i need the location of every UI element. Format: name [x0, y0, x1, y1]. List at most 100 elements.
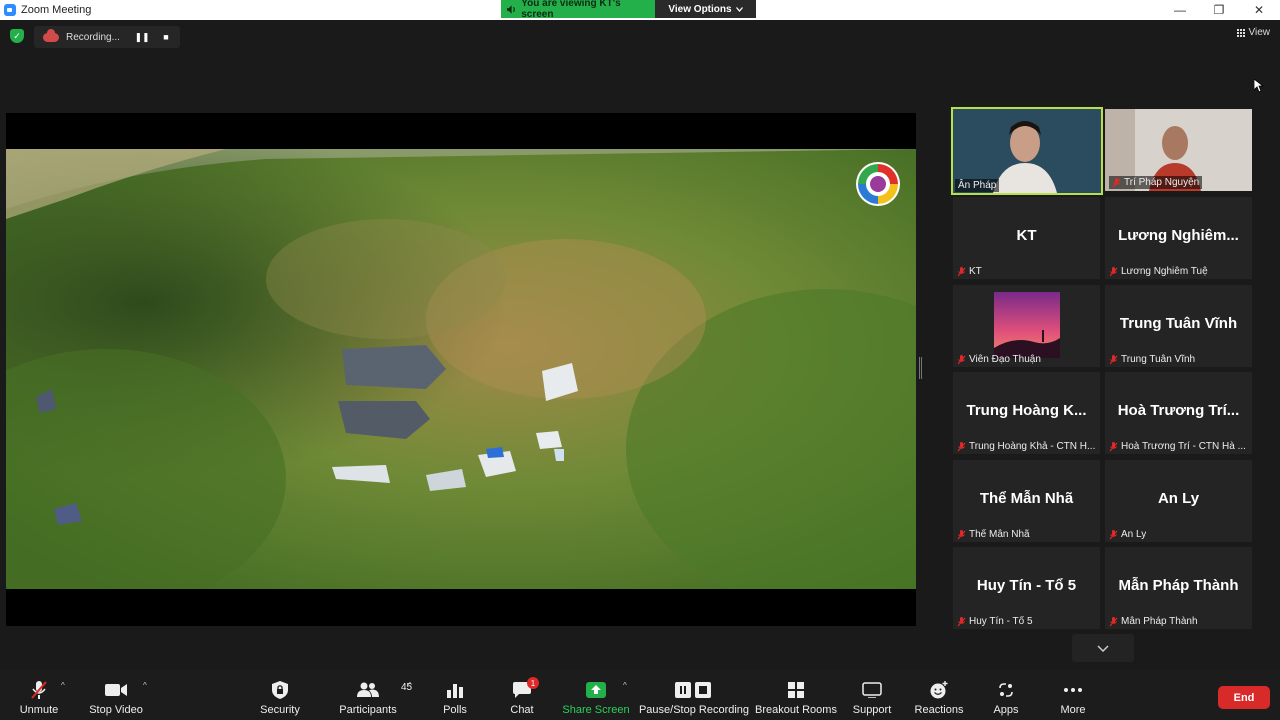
polls-label: Polls [443, 704, 467, 716]
end-meeting-button[interactable]: End [1218, 686, 1270, 709]
apps-icon [998, 679, 1014, 701]
participant-tile[interactable]: Lương Nghiêm... Lương Nghiêm Tuệ [1105, 197, 1252, 279]
participant-tile[interactable]: Trí Pháp Nguyện [1105, 109, 1252, 191]
reactions-label: Reactions [914, 704, 964, 716]
mic-muted-icon [29, 679, 49, 701]
participant-display-name: Trung Tuân Vĩnh [1119, 315, 1238, 332]
unmute-button[interactable]: Unmute [18, 669, 60, 720]
apps-button[interactable]: Apps [991, 669, 1021, 720]
participant-tile[interactable]: Viên Đạo Thuận [953, 285, 1100, 367]
security-label: Security [260, 704, 300, 716]
grid-view-icon [1236, 28, 1245, 37]
speaker-icon [507, 4, 515, 14]
maximize-button[interactable]: ❐ [1200, 0, 1238, 20]
participant-tile[interactable]: Mẫn Pháp Thành Mẫn Pháp Thành [1105, 547, 1252, 629]
participant-name-label: Thể Mẫn Nhã [957, 529, 1030, 540]
participants-button[interactable]: 45 Participants [338, 669, 412, 720]
participant-name-label: An Ly [1109, 529, 1146, 540]
meeting-toolbar: Unmute ^ Stop Video ^ Security 45 Partic… [0, 669, 1280, 720]
participant-tile[interactable]: Thể Mẫn Nhã Thể Mẫn Nhã [953, 460, 1100, 542]
chat-unread-badge: 1 [527, 677, 539, 689]
more-button[interactable]: More [1058, 669, 1088, 720]
share-screen-label: Share Screen [562, 704, 630, 716]
close-button[interactable]: ✕ [1240, 0, 1278, 20]
participant-display-name: Trung Hoàng K... [966, 402, 1087, 419]
pause-stop-recording-button[interactable]: Pause/Stop Recording [638, 669, 750, 720]
panel-resize-handle[interactable] [919, 357, 922, 379]
participant-tile[interactable]: KT KT [953, 197, 1100, 279]
more-label: More [1060, 704, 1086, 716]
breakout-rooms-button[interactable]: Breakout Rooms [755, 669, 837, 720]
more-options-icon [1064, 679, 1082, 701]
participants-label: Participants [339, 704, 397, 716]
mic-muted-icon [1112, 177, 1121, 188]
mouse-cursor-icon [1254, 79, 1264, 93]
view-options-button[interactable]: View Options [655, 0, 756, 18]
participant-display-name: Thể Mẫn Nhã [979, 490, 1074, 507]
participant-tile[interactable]: An Ly An Ly [1105, 460, 1252, 542]
participant-name-label: Trí Pháp Nguyện [1109, 176, 1203, 189]
participant-tile[interactable]: Hoà Trương Trí... Hoà Trương Trí - CTN H… [1105, 372, 1252, 454]
participant-tile[interactable]: Trung Hoàng K... Trung Hoàng Khả - CTN H… [953, 372, 1100, 454]
participant-name-label: Hoà Trương Trí - CTN Hà ... [1109, 441, 1246, 452]
window-title: Zoom Meeting [21, 4, 92, 16]
chat-button[interactable]: 1 Chat [508, 669, 539, 720]
chat-label: Chat [510, 704, 534, 716]
participant-tile[interactable]: Trung Tuân Vĩnh Trung Tuân Vĩnh [1105, 285, 1252, 367]
participant-display-name: Huy Tín - Tổ 5 [976, 577, 1077, 594]
view-label: View [1248, 27, 1271, 38]
share-options-caret[interactable]: ^ [623, 681, 627, 690]
chevron-down-icon [735, 6, 743, 12]
mic-muted-icon [957, 354, 966, 365]
participant-display-name: An Ly [1157, 490, 1200, 507]
security-button[interactable]: Security [258, 669, 302, 720]
participant-display-name: Lương Nghiêm... [1118, 227, 1239, 244]
mic-muted-icon [1109, 266, 1118, 277]
participants-options-caret[interactable]: ^ [408, 681, 412, 690]
pause-recording-button[interactable]: ❚❚ [134, 32, 150, 43]
polls-button[interactable]: Polls [440, 669, 470, 720]
gallery-next-page-button[interactable] [1072, 634, 1134, 662]
mic-muted-icon [1109, 529, 1118, 540]
pause-stop-icon [675, 679, 713, 701]
viewing-text: You are viewing KT's screen [521, 0, 621, 20]
mic-muted-icon [957, 266, 966, 277]
participant-name-label: Viên Đạo Thuận [957, 354, 1041, 365]
view-button[interactable]: View [1236, 27, 1271, 38]
participant-tile[interactable]: Huy Tín - Tổ 5 Huy Tín - Tổ 5 [953, 547, 1100, 629]
participant-name-label: Ân Pháp [955, 179, 1000, 192]
reactions-button[interactable]: Reactions [914, 669, 964, 720]
encryption-shield-icon[interactable]: ✓ [10, 29, 24, 43]
cloud-recording-icon [43, 28, 59, 42]
zoom-app-icon [4, 4, 16, 16]
pause-stop-recording-label: Pause/Stop Recording [638, 704, 750, 716]
shared-screen[interactable] [6, 113, 916, 626]
mic-muted-icon [957, 529, 966, 540]
video-camera-icon [105, 679, 127, 701]
shield-icon [272, 679, 288, 701]
mic-muted-icon [957, 441, 966, 452]
mic-muted-icon [1109, 441, 1118, 452]
minimize-button[interactable]: — [1161, 0, 1199, 20]
participants-icon: 45 [357, 679, 412, 701]
recording-indicator: Recording... ❚❚ ■ [34, 26, 180, 48]
stop-video-button[interactable]: Stop Video [89, 669, 143, 720]
participant-name-label: Mẫn Pháp Thành [1109, 616, 1198, 627]
mic-muted-icon [1109, 354, 1118, 365]
share-screen-button[interactable]: Share Screen [562, 669, 630, 720]
polls-icon [447, 679, 463, 701]
support-button[interactable]: Support [852, 669, 892, 720]
aerial-forest-image [6, 149, 916, 589]
video-options-caret[interactable]: ^ [143, 681, 147, 690]
participant-name-label: Huy Tín - Tổ 5 [957, 616, 1033, 627]
stop-recording-button[interactable]: ■ [158, 32, 174, 42]
participant-tile[interactable]: Ân Pháp [951, 107, 1103, 195]
participant-display-name: Mẫn Pháp Thành [1118, 577, 1239, 594]
audio-options-caret[interactable]: ^ [61, 681, 65, 690]
breakout-rooms-icon [788, 679, 804, 701]
support-label: Support [852, 704, 892, 716]
share-screen-icon [586, 679, 606, 701]
mic-muted-icon [957, 616, 966, 627]
participant-name-label: Trung Tuân Vĩnh [1109, 354, 1195, 365]
participant-profile-image [994, 292, 1060, 358]
